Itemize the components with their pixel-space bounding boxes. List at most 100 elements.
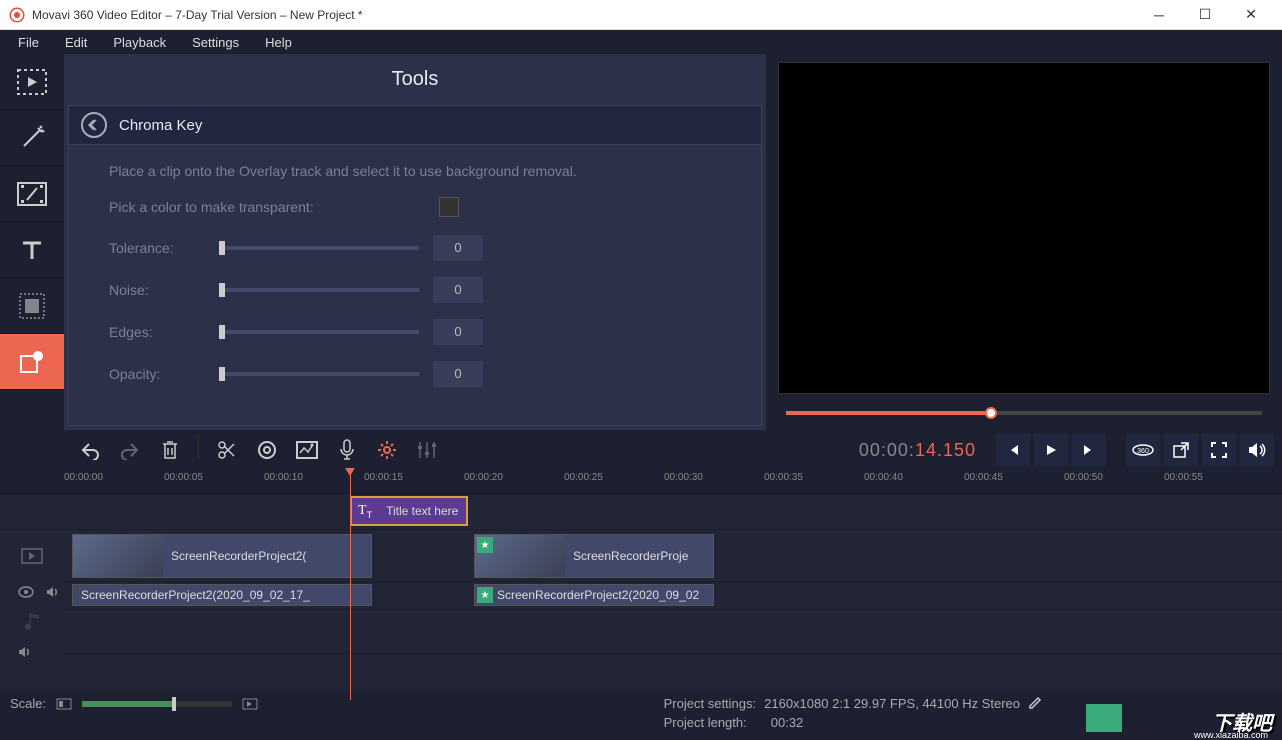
menu-file[interactable]: File [6,33,51,52]
ruler-label: 00:00:40 [864,472,903,483]
ruler-label: 00:00:10 [264,472,303,483]
audio-clip-2-label: ScreenRecorderProject2(2020_09_02 [475,588,707,602]
menu-settings[interactable]: Settings [180,33,251,52]
timeline-ruler[interactable]: 00:00:0000:00:0500:00:1000:00:1500:00:20… [0,470,1282,494]
opacity-label: Opacity: [109,366,219,382]
title-track[interactable]: TT Title text here [64,494,1282,530]
equalizer-button[interactable] [409,434,445,466]
left-sidebar [0,54,64,430]
sidebar-titles[interactable] [0,222,64,278]
opacity-value[interactable]: 0 [433,361,483,387]
track-visibility-icon[interactable] [18,586,34,598]
project-settings-label: Project settings: [664,696,757,711]
preview-video[interactable] [778,62,1270,394]
scale-slider[interactable] [82,701,232,707]
menu-edit[interactable]: Edit [53,33,99,52]
record-audio-button[interactable] [329,434,365,466]
playhead[interactable] [350,470,351,700]
project-settings-value: 2160x1080 2:1 29.97 FPS, 44100 Hz Stereo [764,696,1020,711]
ruler-label: 00:00:35 [764,472,803,483]
music-track[interactable] [64,610,1282,654]
video-clip-2[interactable]: ★ ScreenRecorderProje [474,534,714,578]
preview-pane [766,54,1282,430]
star-badge-icon: ★ [477,537,493,553]
zoom-out-icon[interactable] [56,698,72,710]
menu-playback[interactable]: Playback [101,33,178,52]
ruler-label: 00:00:00 [64,472,103,483]
project-length-value: 00:32 [771,715,804,730]
sidebar-more-tools[interactable] [0,334,64,390]
video-track-head[interactable] [0,530,64,582]
maximize-button[interactable]: ☐ [1182,0,1228,30]
tolerance-slider[interactable] [219,246,419,250]
popout-button[interactable] [1164,434,1198,466]
tolerance-value[interactable]: 0 [433,235,483,261]
panel-name: Chroma Key [119,117,202,134]
redo-button[interactable] [112,434,148,466]
panel-body: Place a clip onto the Overlay track and … [68,145,762,426]
window-titlebar: Movavi 360 Video Editor – 7-Day Trial Ve… [0,0,1282,30]
volume-button[interactable] [1240,434,1274,466]
video-clip-2-label: ScreenRecorderProje [565,549,696,563]
timecode-display: 00:00:14.150 [859,440,976,461]
clip-thumbnail [73,535,163,577]
seek-bar[interactable] [786,408,1262,418]
menu-help[interactable]: Help [253,33,304,52]
rotate-button[interactable] [249,434,285,466]
title-icon: TT [352,503,378,520]
fullscreen-button[interactable] [1202,434,1236,466]
toolbar-strip: 00:00:14.150 360 [0,430,1282,470]
split-button[interactable] [209,434,245,466]
ruler-label: 00:00:20 [464,472,503,483]
ruler-label: 00:00:55 [1164,472,1203,483]
sidebar-filters[interactable] [0,110,64,166]
close-button[interactable]: ✕ [1228,0,1274,30]
prev-frame-button[interactable] [996,434,1030,466]
360-view-button[interactable]: 360 [1126,434,1160,466]
linked-audio-track[interactable]: ScreenRecorderProject2(2020_09_02_17_ ★ … [64,582,1282,610]
undo-button[interactable] [72,434,108,466]
zoom-in-icon[interactable] [242,698,258,710]
scale-label: Scale: [10,696,46,711]
color-picker[interactable] [439,197,459,217]
audio-clip-1[interactable]: ScreenRecorderProject2(2020_09_02_17_ [72,584,372,606]
chroma-hint: Place a clip onto the Overlay track and … [109,163,721,179]
menu-bar: File Edit Playback Settings Help [0,30,1282,54]
edges-label: Edges: [109,324,219,340]
noise-slider[interactable] [219,288,419,292]
track-audio-icon[interactable] [46,585,60,599]
sidebar-import[interactable] [0,54,64,110]
play-button[interactable] [1034,434,1068,466]
watermark-url: www.xiazaiba.com [1194,730,1268,740]
title-clip-label: Title text here [378,504,466,518]
crop-button[interactable] [289,434,325,466]
noise-label: Noise: [109,282,219,298]
svg-text:360: 360 [1137,448,1149,455]
back-button[interactable] [81,112,107,138]
edit-settings-icon[interactable] [1028,696,1042,711]
opacity-slider[interactable] [219,372,419,376]
noise-value[interactable]: 0 [433,277,483,303]
app-icon [8,6,32,24]
ruler-label: 00:00:45 [964,472,1003,483]
audio-clip-2[interactable]: ★ ScreenRecorderProject2(2020_09_02 [474,584,714,606]
video-track[interactable]: ScreenRecorderProject2( ★ ScreenRecorder… [64,530,1282,582]
ruler-label: 00:00:15 [364,472,403,483]
edges-value[interactable]: 0 [433,319,483,345]
seek-thumb[interactable] [985,407,997,419]
title-clip[interactable]: TT Title text here [350,496,468,526]
music-track-head[interactable] [0,602,64,642]
timecode-orange: 14.150 [915,440,976,460]
sidebar-stickers[interactable] [0,278,64,334]
tools-panel: Tools Chroma Key Place a clip onto the O… [64,54,766,430]
next-frame-button[interactable] [1072,434,1106,466]
sidebar-transitions[interactable] [0,166,64,222]
video-clip-1-label: ScreenRecorderProject2( [163,549,314,563]
minimize-button[interactable]: ─ [1136,0,1182,30]
delete-button[interactable] [152,434,188,466]
music-audio-icon[interactable] [18,645,32,659]
edges-slider[interactable] [219,330,419,334]
clip-properties-button[interactable] [369,434,405,466]
video-clip-1[interactable]: ScreenRecorderProject2( [72,534,372,578]
timeline: 00:00:0000:00:0500:00:1000:00:1500:00:20… [0,470,1282,700]
